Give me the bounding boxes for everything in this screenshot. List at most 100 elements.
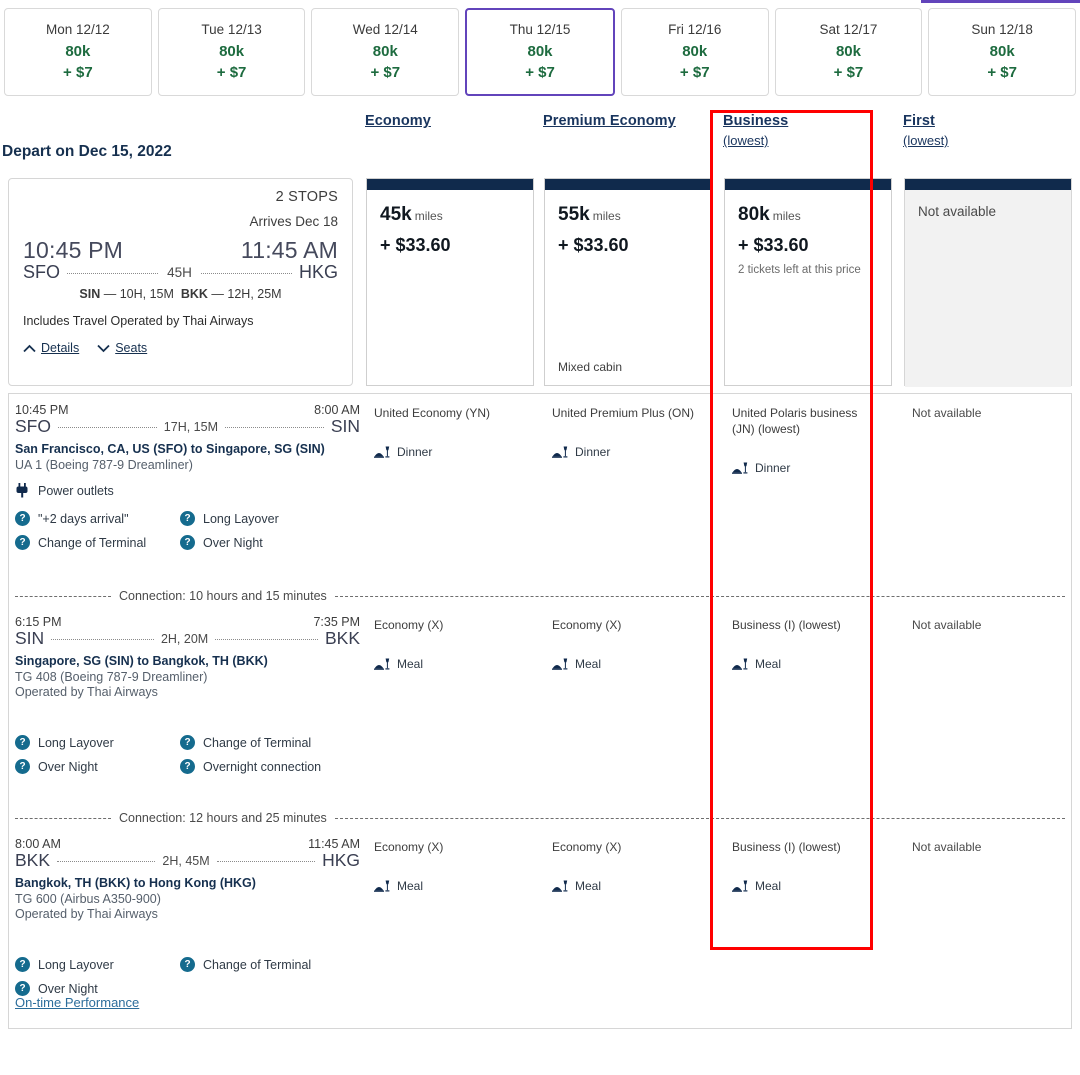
help-icon[interactable]: ?	[15, 957, 30, 972]
cabin-header-business[interactable]: Business (lowest)	[723, 112, 788, 164]
seats-label: Seats	[115, 341, 148, 355]
date-card-dow: Wed 12/14	[352, 22, 418, 38]
segment-amenity: Power outlets	[15, 483, 360, 499]
date-card-cash: + $7	[525, 64, 555, 82]
power-outlet-icon	[16, 483, 28, 498]
segment-city-pair: Singapore, SG (SIN) to Bangkok, TH (BKK)	[15, 654, 268, 668]
date-card-dow: Sun 12/18	[971, 22, 1033, 38]
segment-badge[interactable]: ? Change of Terminal	[15, 535, 180, 550]
help-icon[interactable]: ?	[15, 535, 30, 550]
help-icon[interactable]: ?	[15, 735, 30, 750]
fare-cash: + $33.60	[558, 235, 629, 255]
cabin-header-business-lowest[interactable]: (lowest)	[723, 133, 788, 148]
itinerary-summary-card[interactable]: 2 STOPS Arrives Dec 18 10:45 PM 11:45 AM…	[8, 178, 353, 386]
date-card-tue[interactable]: Tue 12/13 80k + $7	[157, 8, 306, 96]
details-toggle[interactable]: Details	[23, 341, 79, 355]
date-card-sun[interactable]: Sun 12/18 80k + $7	[928, 8, 1077, 96]
segment-arr-time: 8:00 AM	[314, 403, 360, 417]
cell-cabin-label: Not available	[912, 406, 982, 420]
cabin-header-first-lowest[interactable]: (lowest)	[903, 133, 949, 148]
cell-meal-label: Meal	[755, 879, 782, 894]
cabin-header-economy[interactable]: Economy	[365, 112, 431, 164]
seats-toggle[interactable]: Seats	[97, 341, 147, 355]
cabin-header-premium-economy[interactable]: Premium Economy	[543, 112, 676, 164]
segment-badge[interactable]: ? Overnight connection	[180, 759, 321, 774]
help-icon[interactable]: ?	[180, 511, 195, 526]
segment-badge[interactable]: ? Over Night	[180, 535, 263, 550]
fare-card-business[interactable]: 80k miles + $33.60 2 tickets left at this…	[724, 178, 892, 386]
segment-badge[interactable]: ? Change of Terminal	[180, 957, 311, 972]
segment-row-2: 6:15 PM 7:35 PM SIN 2H, 20M BKK Singapor…	[9, 606, 1071, 828]
segment-badge[interactable]: ? Change of Terminal	[180, 735, 311, 750]
cabin-header-first-link[interactable]: First	[903, 113, 935, 129]
connection-divider-1: Connection: 10 hours and 15 minutes	[9, 586, 1071, 606]
segment-cell-business: Business (I) (lowest) Meal	[732, 839, 882, 893]
segment-2-left: 6:15 PM 7:35 PM SIN 2H, 20M BKK Singapor…	[15, 615, 360, 783]
segment-3-left: 8:00 AM 11:45 AM BKK 2H, 45M HKG Bangkok…	[15, 837, 360, 1005]
date-card-fri[interactable]: Fri 12/16 80k + $7	[620, 8, 769, 96]
segment-badge[interactable]: ? Over Night	[15, 759, 180, 774]
date-card-cash: + $7	[63, 64, 93, 82]
help-icon[interactable]: ?	[180, 735, 195, 750]
segment-badge[interactable]: ? Long Layover	[180, 511, 279, 526]
fare-card-topbar	[905, 179, 1071, 190]
segment-origin: SFO	[15, 416, 51, 436]
segment-dep-time: 8:00 AM	[15, 837, 61, 851]
date-card-miles: 80k	[835, 42, 861, 60]
help-icon[interactable]: ?	[180, 957, 195, 972]
fare-miles-value: 45k	[380, 204, 412, 225]
segment-destination: SIN	[330, 416, 360, 436]
help-icon[interactable]: ?	[15, 511, 30, 526]
date-card-dow: Tue 12/13	[201, 22, 262, 38]
help-icon[interactable]: ?	[15, 759, 30, 774]
fare-miles: 45k miles	[380, 204, 520, 226]
segment-operated-by: Operated by Thai Airways	[15, 907, 158, 921]
segment-duration: 2H, 20M	[160, 631, 209, 646]
segment-flight-number: TG 408 (Boeing 787-9 Dreamliner)	[15, 670, 208, 684]
segment-cell-premium-economy: United Premium Plus (ON) Dinner	[552, 405, 702, 459]
fare-card-premium-economy[interactable]: 55k miles + $33.60 Mixed cabin	[544, 178, 712, 386]
help-icon[interactable]: ?	[180, 759, 195, 774]
fare-miles-unit: miles	[592, 209, 621, 223]
flight-results-page: Mon 12/12 80k + $7 Tue 12/13 80k + $7 We…	[0, 0, 1080, 1075]
cell-meal: Dinner	[374, 445, 524, 459]
meal-icon	[552, 658, 568, 670]
fare-card-body: 45k miles + $33.60	[367, 190, 533, 387]
badge-row: ? Over Night ? Overnight connection	[15, 759, 360, 774]
segment-badge[interactable]: ? Long Layover	[15, 957, 180, 972]
segment-cell-economy: United Economy (YN) Dinner	[374, 405, 524, 459]
cell-cabin-label: Economy (X)	[552, 840, 622, 854]
fare-card-economy[interactable]: 45k miles + $33.60	[366, 178, 534, 386]
segment-badge[interactable]: ? "+2 days arrival"	[15, 511, 180, 526]
date-card-sat[interactable]: Sat 12/17 80k + $7	[774, 8, 923, 96]
cell-meal-label: Meal	[755, 657, 782, 672]
badge-label: Change of Terminal	[203, 735, 312, 750]
on-time-performance[interactable]: On-time Performance	[9, 988, 145, 1024]
cabin-header-economy-link[interactable]: Economy	[365, 113, 431, 129]
cabin-header-first[interactable]: First (lowest)	[903, 112, 949, 164]
connection-label: Connection: 10 hours and 15 minutes	[119, 589, 327, 603]
cabin-header-business-link[interactable]: Business	[723, 113, 788, 129]
help-icon[interactable]: ?	[180, 535, 195, 550]
date-card-mon[interactable]: Mon 12/12 80k + $7	[4, 8, 152, 96]
on-time-performance-link[interactable]: On-time Performance	[15, 995, 139, 1010]
segment-duration: 17H, 15M	[163, 419, 218, 434]
date-card-wed[interactable]: Wed 12/14 80k + $7	[311, 8, 460, 96]
chevron-down-icon	[97, 344, 110, 352]
meal-icon	[374, 446, 390, 458]
cell-meal-label: Dinner	[397, 445, 433, 460]
badge-label: Change of Terminal	[203, 957, 312, 972]
segment-cell-first: Not available	[912, 617, 1062, 633]
date-selector-strip[interactable]: Mon 12/12 80k + $7 Tue 12/13 80k + $7 We…	[4, 8, 1077, 96]
cell-meal: Meal	[374, 879, 524, 893]
fare-card-topbar	[725, 179, 891, 190]
fare-miles: 80k miles	[738, 204, 878, 226]
summary-links[interactable]: Details Seats	[23, 341, 338, 355]
cabin-header-premium-economy-link[interactable]: Premium Economy	[543, 113, 676, 129]
segment-1-route: SFO 17H, 15M SIN	[15, 416, 360, 437]
date-card-thu-selected[interactable]: Thu 12/15 80k + $7	[465, 8, 615, 96]
segment-badge[interactable]: ? Long Layover	[15, 735, 180, 750]
segment-1-times: 10:45 PM 8:00 AM	[15, 403, 360, 417]
segment-arr-time: 11:45 AM	[308, 837, 360, 851]
fare-tickets-left: 2 tickets left at this price	[738, 264, 861, 276]
